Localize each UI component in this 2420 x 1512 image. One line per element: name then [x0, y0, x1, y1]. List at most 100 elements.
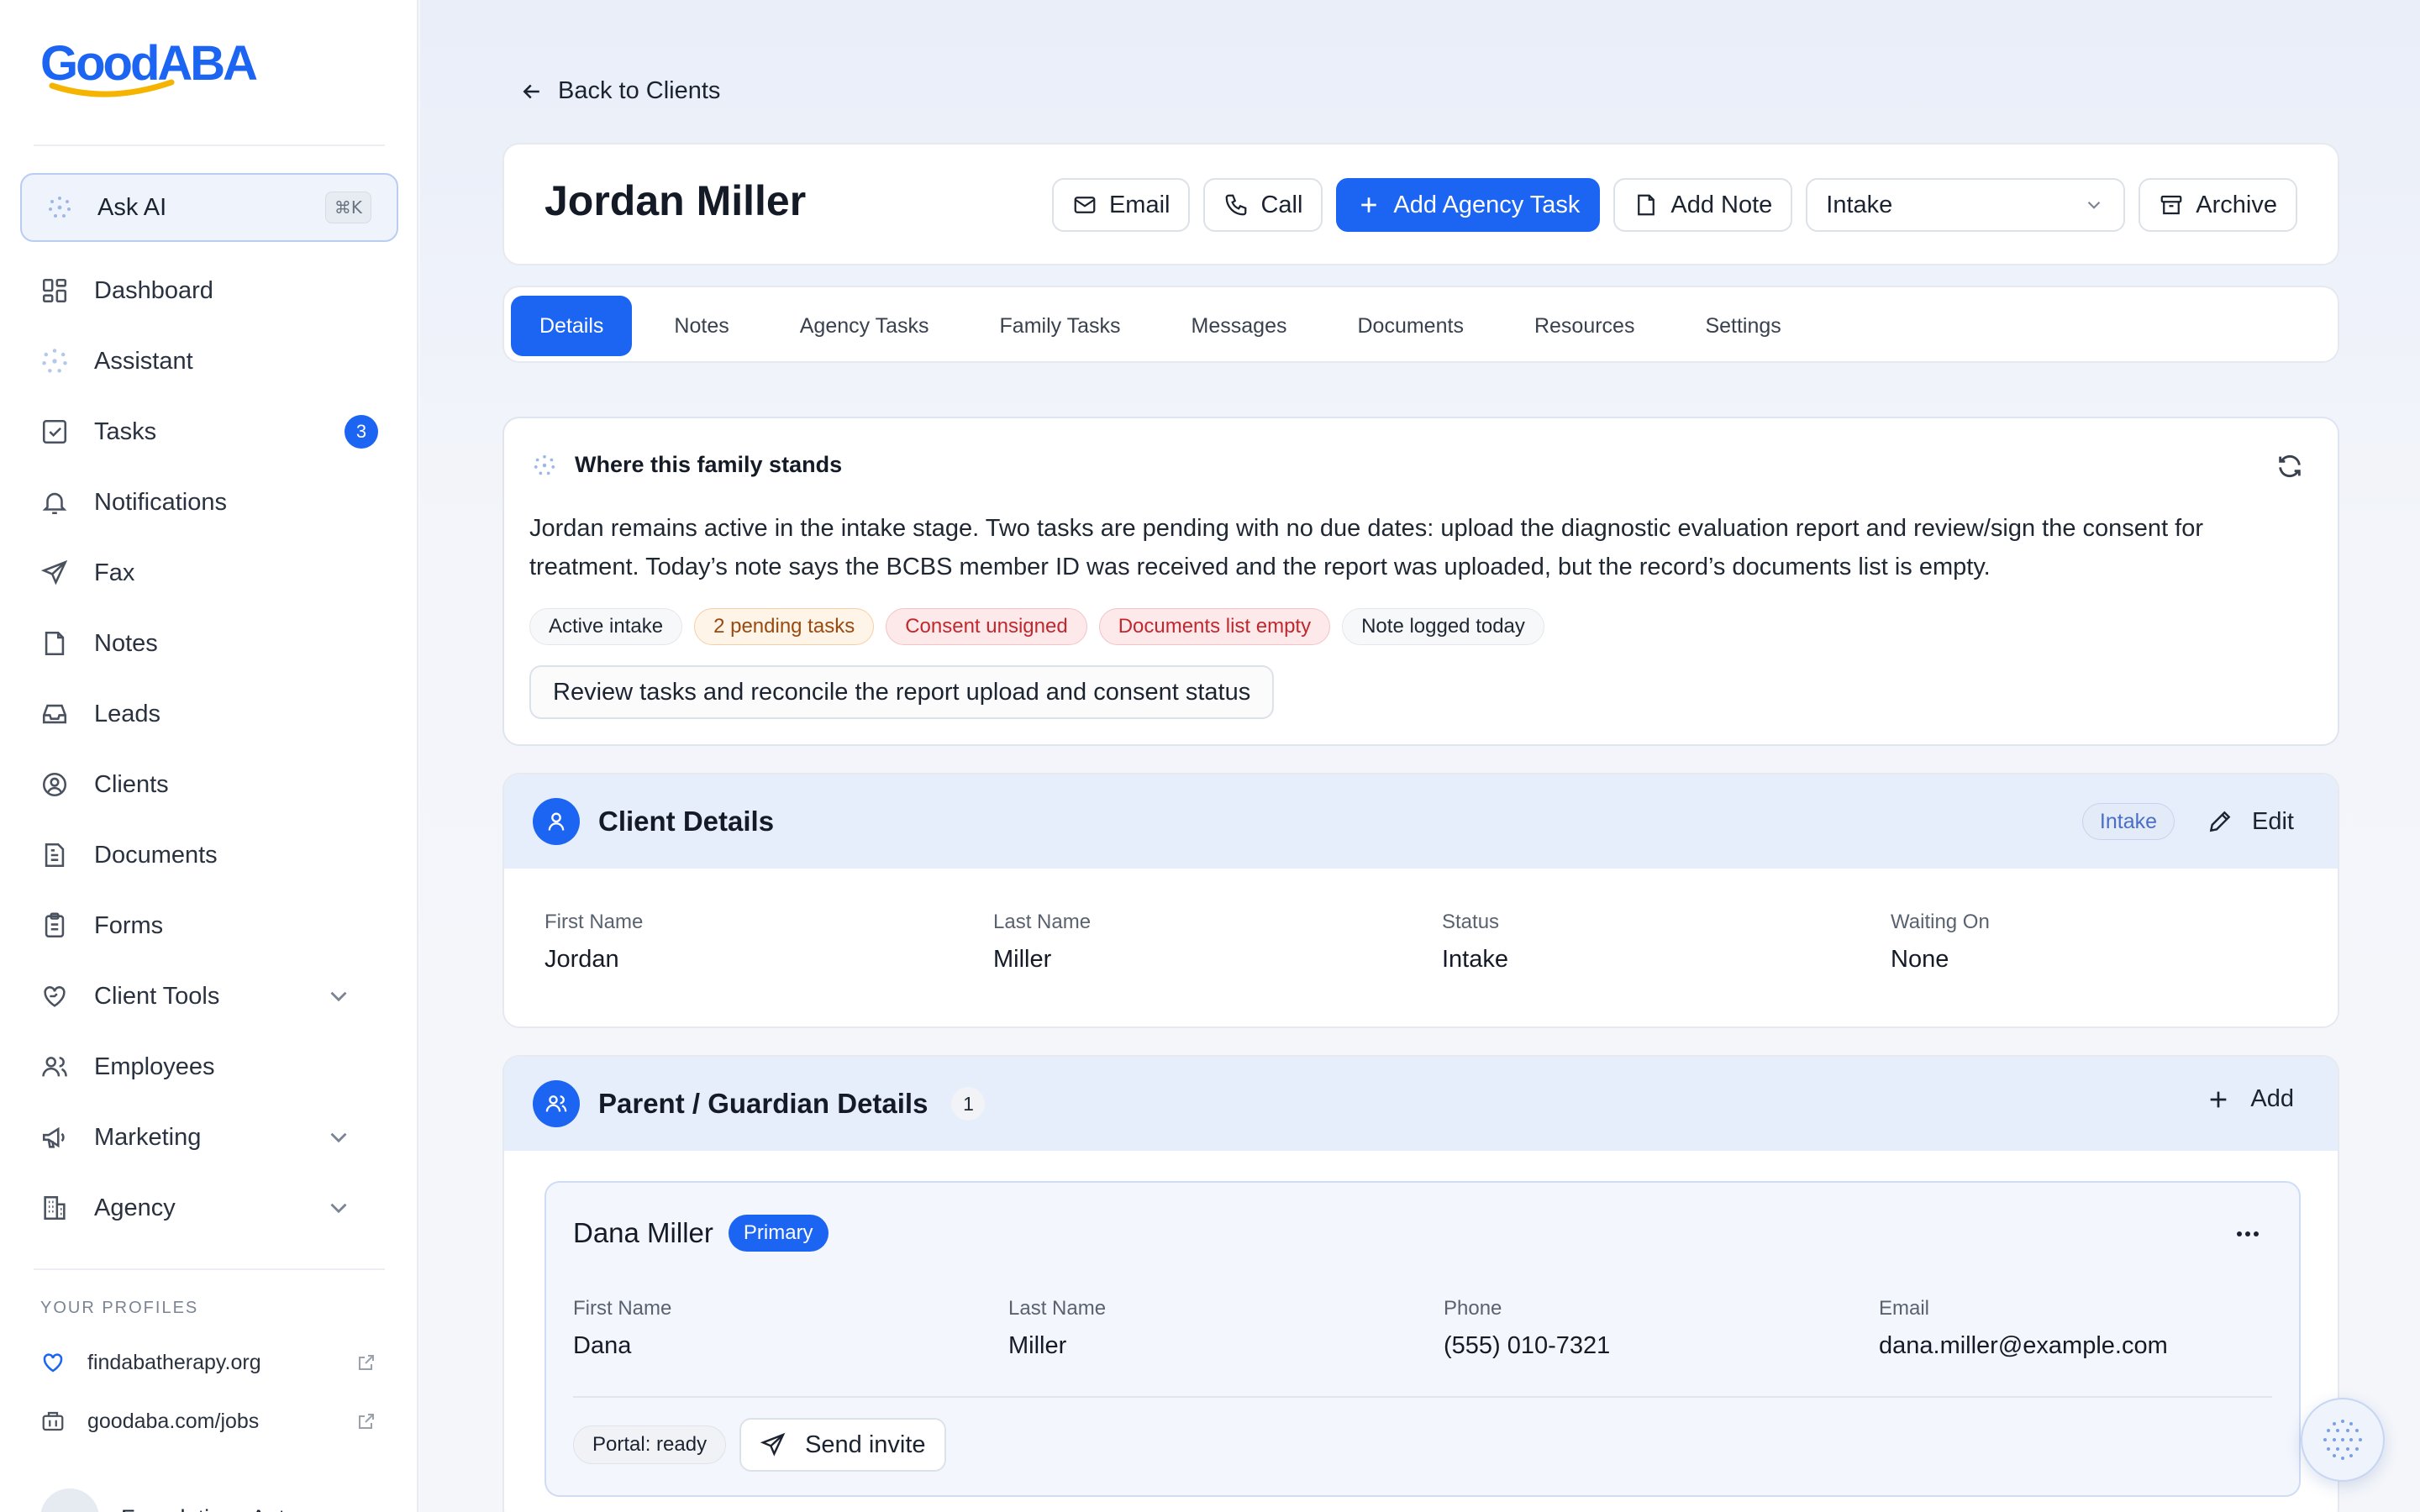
sidebar-item-label: Assistant	[94, 347, 193, 375]
field-value: Jordan	[544, 946, 619, 973]
email-button-label: Email	[1108, 191, 1171, 218]
chevron-down-icon	[330, 1203, 347, 1214]
field-label: Waiting On	[1891, 911, 1990, 933]
sidebar-item-label: Notes	[94, 629, 158, 657]
edit-client-button[interactable]: Edit	[2207, 808, 2294, 836]
summary-text: Jordan remains active in the intake stag…	[529, 515, 2204, 580]
sidebar-item-clients[interactable]: Clients	[20, 749, 398, 820]
sidebar-item-notifications[interactable]: Notifications	[20, 467, 398, 538]
tab-details[interactable]: Details	[511, 296, 633, 356]
status-chip: Active intake	[529, 608, 683, 645]
send-icon	[40, 559, 68, 585]
sidebar-item-label: Employees	[94, 1053, 215, 1080]
sidebar-item-employees[interactable]: Employees	[20, 1032, 398, 1102]
add-agency-task-label: Add Agency Task	[1393, 191, 1581, 218]
sidebar-item-forms[interactable]: Forms	[20, 890, 398, 961]
ai-dots-icon	[534, 454, 555, 475]
dashboard-icon	[42, 278, 67, 303]
field-guardian-last-name: Last Name Miller	[1008, 1297, 1444, 1360]
sidebar-item-marketing[interactable]: Marketing	[20, 1102, 398, 1173]
status-chip: Consent unsigned	[886, 608, 1087, 645]
tab-messages[interactable]: Messages	[1163, 296, 1316, 356]
field-value: Dana	[573, 1332, 632, 1359]
external-link-icon	[359, 1414, 374, 1429]
send-invite-button[interactable]: Send invite	[739, 1418, 946, 1472]
assistant-fab-button[interactable]	[2301, 1398, 2385, 1482]
ask-ai-shortcut: ⌘K	[324, 192, 371, 223]
status-select[interactable]: Intake	[1806, 178, 2126, 232]
sidebar-item-client-tools[interactable]: Client Tools	[20, 961, 398, 1032]
heart-icon	[43, 1353, 63, 1373]
chevron-down-icon	[330, 1132, 347, 1143]
organization-switcher[interactable]: Foundations Aut	[40, 1488, 285, 1512]
field-status: Status Intake	[1442, 911, 1891, 974]
sidebar-item-notes[interactable]: Notes	[20, 608, 398, 679]
ai-dots-icon	[49, 197, 71, 218]
ask-ai-button[interactable]: Ask AI ⌘K	[20, 173, 398, 242]
user-icon	[533, 798, 580, 845]
note-icon	[45, 631, 65, 656]
summary-title: Where this family stands	[575, 452, 843, 477]
field-label: Status	[1442, 911, 1500, 933]
sidebar-item-assistant[interactable]: Assistant	[20, 326, 398, 396]
send-invite-label: Send invite	[805, 1431, 926, 1458]
users-icon	[533, 1080, 580, 1127]
field-guardian-email: Email dana.miller@example.com	[1879, 1297, 2314, 1360]
sidebar-divider	[34, 1268, 385, 1270]
user-circle-icon	[42, 772, 67, 797]
sidebar-item-agency[interactable]: Agency	[20, 1173, 398, 1243]
guardian-details-title: Parent / Guardian Details	[598, 1088, 929, 1119]
add-guardian-button[interactable]: Add	[2205, 1085, 2294, 1113]
divider	[573, 1396, 2272, 1398]
ask-ai-label: Ask AI	[97, 193, 167, 221]
tab-documents[interactable]: Documents	[1329, 296, 1492, 356]
arrow-left-icon	[523, 84, 539, 98]
field-value: Miller	[1008, 1332, 1067, 1359]
sidebar-item-label: Client Tools	[94, 982, 220, 1010]
tab-resources[interactable]: Resources	[1506, 296, 1664, 356]
main-content: Back to Clients Jordan Miller Email Call	[420, 0, 2420, 1512]
refresh-icon[interactable]	[2275, 452, 2304, 480]
tab-family-tasks[interactable]: Family Tasks	[971, 296, 1150, 356]
goodaba-logo[interactable]: GoodABA	[40, 37, 258, 97]
profile-link-label: findabatherapy.org	[87, 1350, 261, 1374]
sidebar-item-dashboard[interactable]: Dashboard	[20, 255, 398, 326]
sidebar-item-label: Leads	[94, 700, 161, 727]
add-agency-task-button[interactable]: Add Agency Task	[1336, 178, 1601, 232]
sidebar-item-tasks[interactable]: Tasks 3	[20, 396, 398, 467]
users-icon	[42, 1057, 67, 1077]
tab-settings[interactable]: Settings	[1676, 296, 1809, 356]
status-chip: Note logged today	[1342, 608, 1544, 645]
client-tabs: Details Notes Agency Tasks Family Tasks …	[502, 286, 2339, 363]
field-label: First Name	[573, 1297, 672, 1320]
sidebar-item-label: Agency	[94, 1194, 176, 1221]
call-button[interactable]: Call	[1203, 178, 1323, 232]
field-value: None	[1891, 946, 1949, 973]
back-to-clients-link[interactable]: Back to Clients	[519, 77, 720, 105]
field-last-name: Last Name Miller	[993, 911, 1442, 974]
sidebar-item-label: Dashboard	[94, 276, 213, 304]
family-status-summary: Where this family stands Jordan remains …	[502, 417, 2339, 746]
sidebar-item-fax[interactable]: Fax	[20, 538, 398, 608]
field-label: Last Name	[993, 911, 1092, 933]
archive-button[interactable]: Archive	[2139, 178, 2297, 232]
page-title: Jordan Miller	[544, 177, 807, 224]
chevron-down-icon	[330, 991, 347, 1002]
megaphone-icon	[42, 1126, 65, 1148]
email-button[interactable]: Email	[1051, 178, 1191, 232]
tab-notes[interactable]: Notes	[645, 296, 757, 356]
add-note-button[interactable]: Add Note	[1613, 178, 1793, 232]
review-tasks-button[interactable]: Review tasks and reconcile the report up…	[529, 665, 1275, 719]
mail-icon	[1074, 197, 1096, 213]
profile-link-jobs[interactable]: goodaba.com/jobs	[40, 1396, 376, 1446]
sidebar-item-documents[interactable]: Documents	[20, 820, 398, 890]
header-actions: Email Call Add Agency Task Add Note Inta…	[1051, 178, 2297, 232]
sidebar-item-leads[interactable]: Leads	[20, 679, 398, 749]
profile-link-findabatherapy[interactable]: findabatherapy.org	[40, 1337, 376, 1388]
field-label: First Name	[544, 911, 644, 933]
more-options-icon[interactable]	[2233, 1228, 2262, 1240]
status-chip: 2 pending tasks	[694, 608, 875, 645]
chevron-down-icon	[2088, 201, 2101, 209]
primary-badge: Primary	[728, 1215, 829, 1252]
tab-agency-tasks[interactable]: Agency Tasks	[771, 296, 958, 356]
